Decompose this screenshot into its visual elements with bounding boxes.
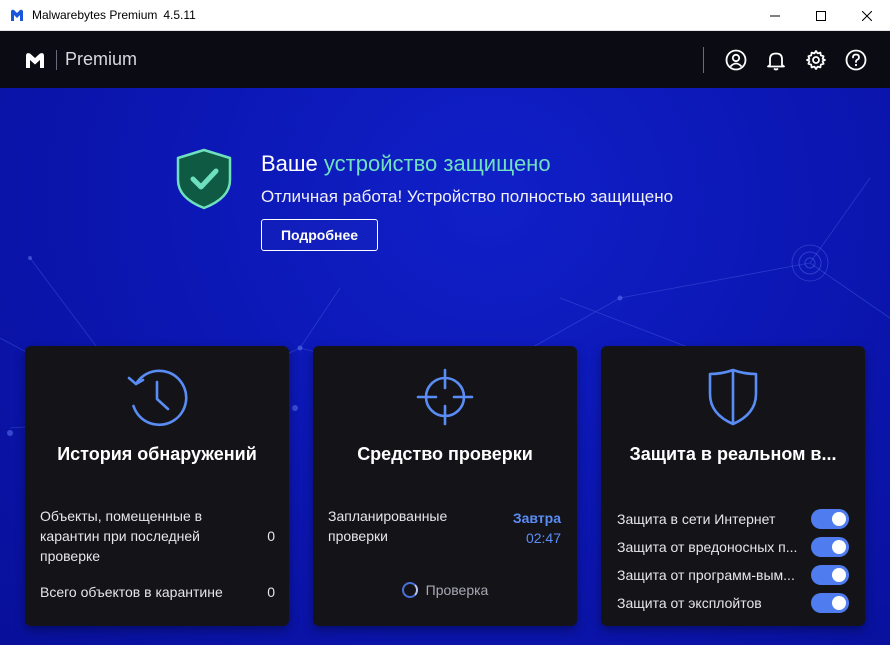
account-button[interactable] xyxy=(716,40,756,80)
window-titlebar: Malwarebytes Premium 4.5.11 xyxy=(0,0,890,31)
header-icons-separator xyxy=(703,46,704,73)
header-separator xyxy=(56,49,57,70)
crosshair-icon xyxy=(416,368,474,426)
scheduled-scan-day: Завтра xyxy=(512,510,561,526)
details-button[interactable]: Подробнее xyxy=(261,219,378,251)
web-protection-label: Защита в сети Интернет xyxy=(617,511,776,527)
bell-icon xyxy=(767,52,785,70)
settings-button[interactable] xyxy=(796,40,836,80)
malware-protection-row: Защита от вредоносных п... xyxy=(617,537,849,557)
quarantine-total-row: Всего объектов в карантине 0 xyxy=(40,582,275,602)
maximize-icon xyxy=(816,10,826,21)
minimize-icon xyxy=(770,15,780,16)
toggle-knob xyxy=(832,596,846,610)
web-protection-toggle[interactable] xyxy=(811,509,849,529)
detection-history-title: История обнаружений xyxy=(57,444,257,464)
quarantine-total-value: 0 xyxy=(267,584,275,600)
scan-button-label: Проверка xyxy=(425,582,489,598)
ransomware-protection-row: Защита от программ-вым... xyxy=(617,565,849,585)
dashboard: Ваше устройство защищено Отличная работа… xyxy=(0,88,890,645)
scanner-title: Средство проверки xyxy=(357,444,533,464)
close-icon xyxy=(862,10,872,21)
quarantined-last-scan-row: Объекты, помещенные в карантин при после… xyxy=(40,506,275,566)
toggle-knob xyxy=(832,512,846,526)
status-subtitle: Отличная работа! Устройство полностью за… xyxy=(261,187,674,206)
account-icon xyxy=(725,49,747,70)
notifications-button[interactable] xyxy=(756,40,796,80)
gear-icon xyxy=(806,49,826,70)
spinner-icon xyxy=(401,582,418,598)
web-protection-row: Защита в сети Интернет xyxy=(617,509,849,529)
malwarebytes-logo-icon xyxy=(26,52,44,68)
help-icon xyxy=(845,49,867,70)
detection-history-card[interactable]: История обнаружений Объекты, помещенные … xyxy=(25,346,289,626)
help-button[interactable] xyxy=(836,40,876,80)
maximize-button[interactable] xyxy=(798,0,844,31)
realtime-protection-title: Защита в реальном в... xyxy=(629,444,837,464)
exploit-protection-row: Защита от эксплойтов xyxy=(617,593,849,613)
status-title-accent: устройство защищено xyxy=(323,151,551,176)
status-title-prefix: Ваше xyxy=(261,151,318,176)
toggle-knob xyxy=(832,540,846,554)
product-name: Premium xyxy=(65,49,138,69)
scan-button[interactable]: Проверка xyxy=(313,582,577,598)
quarantine-total-label: Всего объектов в карантине xyxy=(40,584,223,600)
scheduled-scan-time: 02:47 xyxy=(525,530,561,546)
scheduled-scans-label: Запланированные проверки xyxy=(328,508,448,544)
close-button[interactable] xyxy=(844,0,890,31)
exploit-protection-label: Защита от эксплойтов xyxy=(617,595,762,611)
realtime-protection-card[interactable]: Защита в реальном в... Защита в сети Инт… xyxy=(601,346,865,626)
exploit-protection-toggle[interactable] xyxy=(811,593,849,613)
shield-icon xyxy=(708,368,758,426)
scanner-card[interactable]: Средство проверки Запланированные провер… xyxy=(313,346,577,626)
ransomware-protection-label: Защита от программ-вым... xyxy=(617,567,795,583)
status-hero: Ваше устройство защищено Отличная работа… xyxy=(0,88,890,338)
quarantined-last-scan-label: Объекты, помещенные в карантин при после… xyxy=(40,508,203,564)
malware-protection-label: Защита от вредоносных п... xyxy=(617,539,798,555)
minimize-button[interactable] xyxy=(752,0,798,31)
window-version: 4.5.11 xyxy=(163,8,196,22)
malware-protection-toggle[interactable] xyxy=(811,537,849,557)
status-title: Ваше устройство защищено xyxy=(261,151,551,177)
app-header: Premium xyxy=(0,31,890,88)
protected-shield-icon xyxy=(176,148,232,210)
malwarebytes-logo-icon xyxy=(11,9,23,21)
toggle-knob xyxy=(832,568,846,582)
window-title: Malwarebytes Premium xyxy=(32,8,158,22)
scheduled-scan-next[interactable]: Завтра 02:47 xyxy=(513,508,561,548)
quarantined-last-scan-value: 0 xyxy=(267,528,275,544)
clock-history-icon xyxy=(127,369,188,427)
ransomware-protection-toggle[interactable] xyxy=(811,565,849,585)
